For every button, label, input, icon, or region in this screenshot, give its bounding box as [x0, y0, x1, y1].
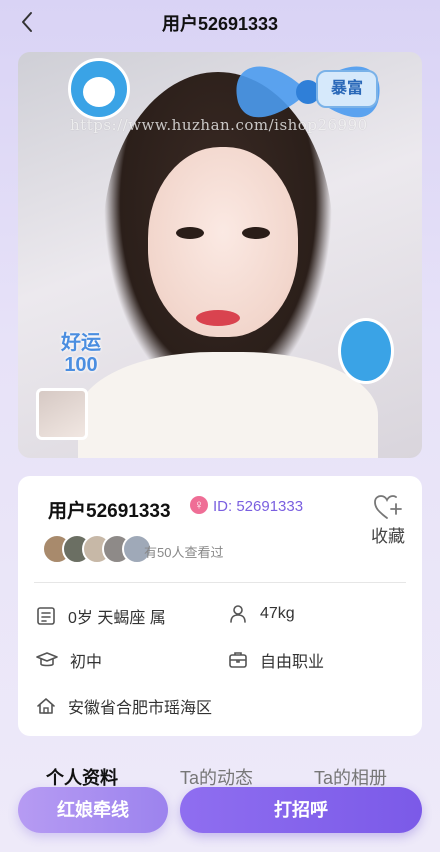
divider	[34, 582, 406, 583]
info-age-zodiac: 0岁 天蝎座 属	[36, 604, 166, 628]
profile-photo[interactable]: 暴富 好运100 https://www.huzhan.com/ishop269…	[18, 52, 422, 458]
photo-lips	[196, 310, 240, 326]
nav-bar: 用户52691333	[0, 0, 440, 44]
person-icon	[230, 605, 246, 623]
favorite-label: 收藏	[371, 527, 405, 546]
photo-face	[148, 147, 298, 337]
info-education: 初中	[36, 648, 102, 672]
info-occupation: 自由职业	[228, 648, 324, 672]
location-text: 安徽省合肥市瑶海区	[68, 700, 213, 717]
profile-card: 用户52691333 ♀ ID: 52691333 收藏 有50人查看过 0岁 …	[18, 476, 422, 736]
fortune-sticker: 暴富	[316, 70, 378, 108]
home-icon	[37, 698, 55, 714]
cartoon-sticker-top-left	[68, 58, 130, 120]
briefcase-icon	[229, 652, 247, 668]
photo-watermark: https://www.huzhan.com/ishop26990	[70, 116, 368, 134]
weight-text: 47kg	[260, 605, 295, 622]
age-zodiac-text: 0岁 天蝎座 属	[68, 610, 166, 627]
female-icon: ♀	[190, 496, 208, 514]
luck-sticker: 好运100	[61, 332, 101, 376]
photo-dress	[78, 352, 378, 458]
user-id: ID: 52691333	[213, 498, 304, 515]
matchmaker-button[interactable]: 红娘牵线	[18, 787, 168, 833]
occupation-text: 自由职业	[260, 654, 325, 671]
photo-eye-right	[242, 227, 270, 239]
say-hello-button[interactable]: 打招呼	[180, 787, 422, 833]
education-text: 初中	[70, 654, 103, 671]
info-weight: 47kg	[228, 604, 295, 624]
viewed-count: 有50人查看过	[144, 545, 224, 560]
cartoon-sticker-bottom-right	[338, 318, 394, 384]
favorite-button[interactable]: 收藏	[368, 494, 408, 547]
id-card-icon	[37, 607, 55, 625]
info-location: 安徽省合肥市瑶海区	[36, 694, 212, 718]
photo-thumbnail[interactable]	[36, 388, 88, 440]
page-title: 用户52691333	[161, 14, 279, 34]
heart-plus-icon	[374, 495, 402, 519]
graduation-cap-icon	[36, 652, 58, 667]
photo-eye-left	[176, 227, 204, 239]
profile-name: 用户52691333	[48, 501, 171, 522]
